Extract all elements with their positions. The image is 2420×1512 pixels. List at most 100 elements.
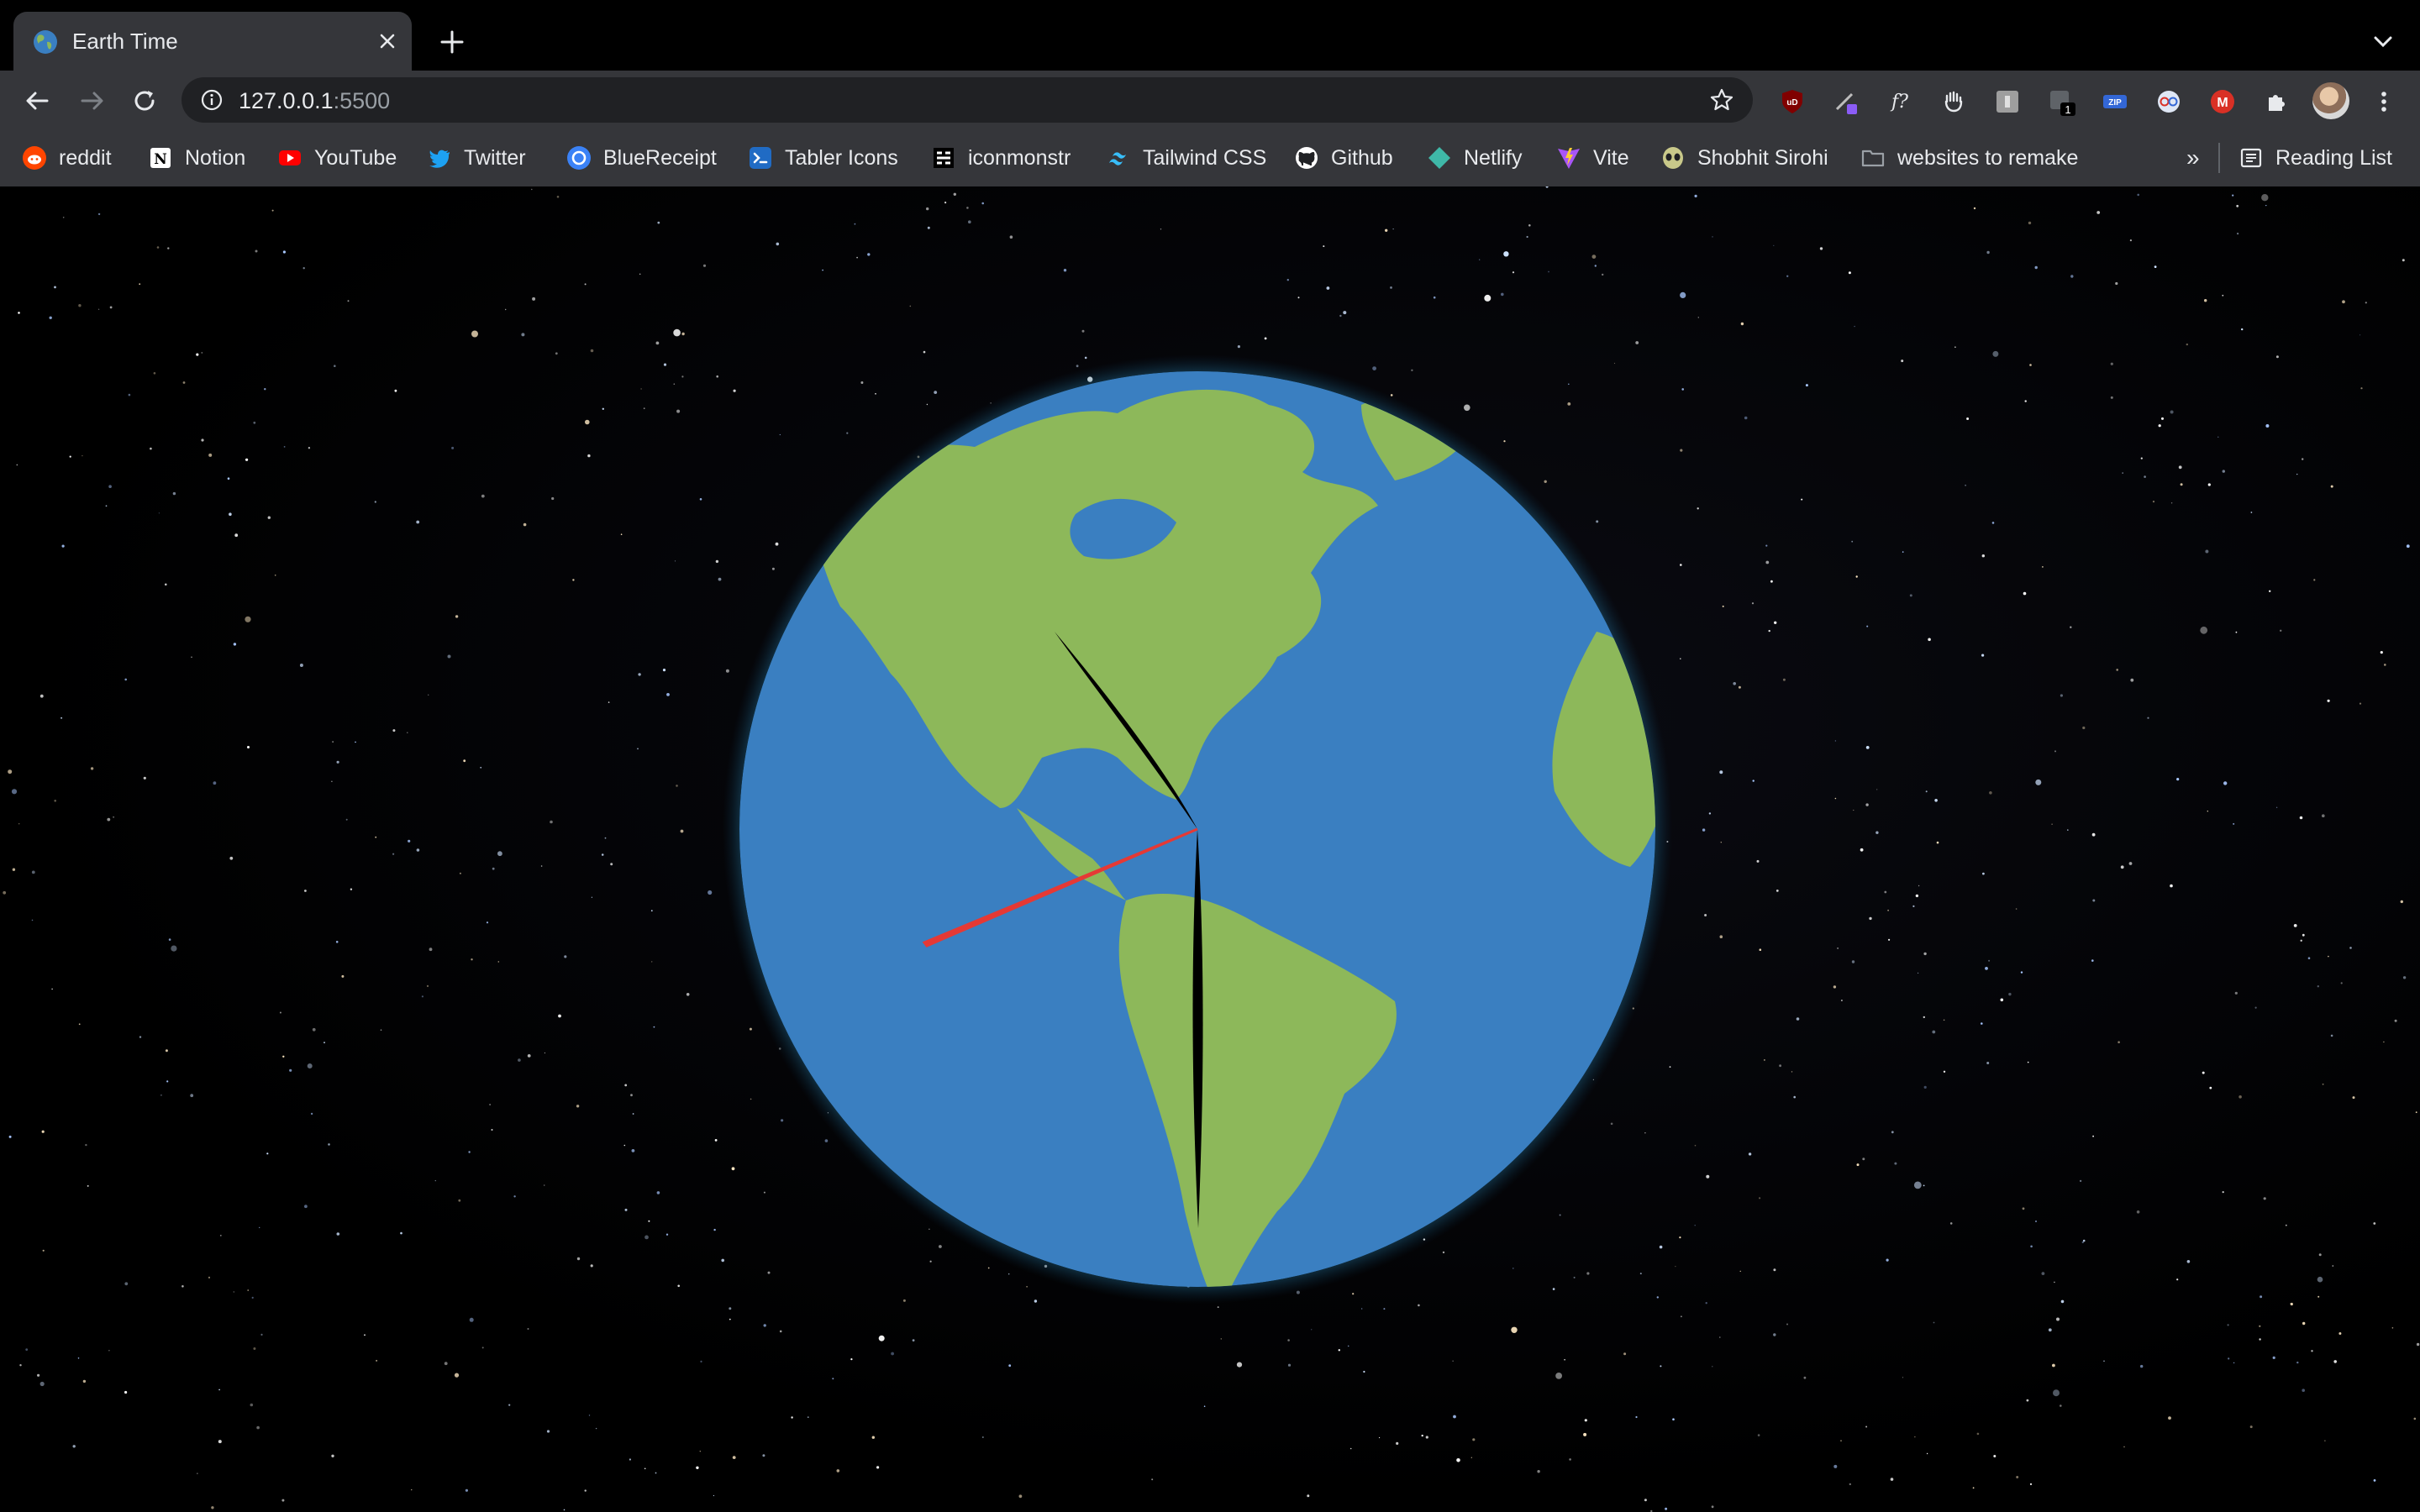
star [2269, 590, 2271, 592]
bookmark-github[interactable]: Github [1294, 129, 1393, 186]
chevron-down-icon[interactable] [2370, 30, 2396, 54]
star [1923, 1085, 1927, 1089]
star [1594, 265, 1597, 267]
forward-icon[interactable] [76, 84, 109, 118]
back-icon[interactable] [20, 84, 54, 118]
tab-earth-time[interactable]: Earth Time [13, 12, 412, 71]
star [72, 1445, 76, 1448]
fonts-icon[interactable]: f? [1886, 87, 1914, 116]
star [1719, 935, 1723, 938]
star [655, 1472, 657, 1474]
bookmark-youtube[interactable]: YouTube [277, 129, 397, 186]
glasses-icon[interactable] [2154, 87, 2183, 116]
star [2202, 1071, 2205, 1074]
bookmark-shobhit-sirohi[interactable]: Shobhit Sirohi [1660, 129, 1828, 186]
star [1876, 789, 1878, 790]
ublock-icon[interactable]: uD [1778, 87, 1807, 116]
ext-badge-icon[interactable]: 1 [2047, 87, 2075, 116]
bookmark-tabler-icons[interactable]: Tabler Icons [748, 129, 898, 186]
star [332, 741, 334, 743]
star [1923, 1184, 1925, 1187]
star [255, 249, 258, 253]
star [2140, 1364, 2144, 1368]
star [2299, 816, 2303, 820]
bookmark-notion[interactable]: N Notion [148, 129, 245, 186]
reload-icon[interactable] [128, 84, 161, 118]
avatar[interactable] [2312, 82, 2349, 119]
star [1326, 286, 1330, 290]
star [1973, 207, 1976, 210]
zip-icon[interactable]: ZIP [2101, 87, 2129, 116]
star [1738, 685, 1741, 689]
bluereceipt-icon [567, 146, 591, 170]
star [666, 1233, 669, 1236]
pen-icon[interactable] [1832, 87, 1860, 116]
star [251, 1296, 254, 1299]
star [400, 1231, 402, 1235]
star [1545, 186, 1549, 188]
star [1943, 1070, 1946, 1074]
star [1203, 1405, 1206, 1407]
star [2178, 465, 2182, 470]
puzzle-icon[interactable] [2262, 87, 2291, 116]
bookmark-twitter[interactable]: Twitter [427, 129, 526, 186]
star [2330, 485, 2333, 488]
star [1470, 1457, 1472, 1458]
star [968, 220, 971, 223]
star [854, 223, 856, 225]
address-bar[interactable]: 127.0.0.1:5500 [182, 77, 1753, 123]
netlify-icon [1428, 147, 1450, 169]
star [891, 1352, 894, 1356]
star [282, 1055, 285, 1058]
url-text[interactable]: 127.0.0.1:5500 [239, 88, 390, 114]
star [1708, 812, 1712, 815]
star [1733, 682, 1736, 685]
bookmarks-overflow-button[interactable]: » [2186, 129, 2200, 186]
bookmark-vite[interactable]: Vite [1556, 129, 1629, 186]
star [1503, 251, 1509, 257]
star [1936, 841, 1939, 844]
bookmark-bluereceipt[interactable]: BlueReceipt [566, 129, 717, 186]
star [2233, 822, 2235, 825]
bookmark-tailwind-css[interactable]: Tailwind CSS [1106, 129, 1266, 186]
star [1860, 848, 1864, 852]
star [576, 1257, 581, 1261]
bookmark-iconmonstr[interactable]: iconmonstr [931, 129, 1071, 186]
star [1456, 1458, 1460, 1462]
reading-list-button[interactable]: Reading List [2238, 129, 2392, 186]
star [676, 409, 681, 413]
close-icon[interactable] [375, 29, 400, 54]
ext-gray-icon[interactable] [1993, 87, 2022, 116]
star [1776, 890, 1779, 892]
star [680, 829, 684, 833]
svg-text:f?: f? [1890, 92, 1908, 113]
new-tab-icon[interactable] [437, 27, 467, 57]
info-icon[interactable] [200, 88, 224, 112]
star [2327, 699, 2330, 702]
star [2228, 1357, 2230, 1360]
bookmark-folder-websites-to-remake[interactable]: websites to remake [1860, 129, 2078, 186]
star [429, 948, 433, 952]
star [1954, 346, 1956, 348]
star [2236, 204, 2239, 207]
star [1902, 551, 1904, 553]
bookmark-label: Notion [185, 145, 246, 170]
star [113, 816, 115, 818]
star [2048, 1328, 2052, 1332]
star [1796, 1017, 1800, 1021]
bookmark-netlify[interactable]: Netlify [1427, 129, 1522, 186]
star [2200, 626, 2208, 634]
hand-icon[interactable] [1939, 87, 1968, 116]
star-icon[interactable] [1709, 87, 1734, 113]
star [732, 1456, 736, 1459]
star [421, 995, 424, 998]
menu-icon[interactable] [2370, 87, 2398, 116]
star [713, 1228, 716, 1231]
star [1679, 1236, 1681, 1239]
gmail-icon[interactable]: M [2208, 87, 2237, 116]
bookmark-reddit[interactable]: reddit [22, 129, 112, 186]
star [2128, 862, 2133, 865]
star [1965, 484, 1967, 486]
star [2060, 1299, 2065, 1304]
star [2280, 629, 2282, 632]
